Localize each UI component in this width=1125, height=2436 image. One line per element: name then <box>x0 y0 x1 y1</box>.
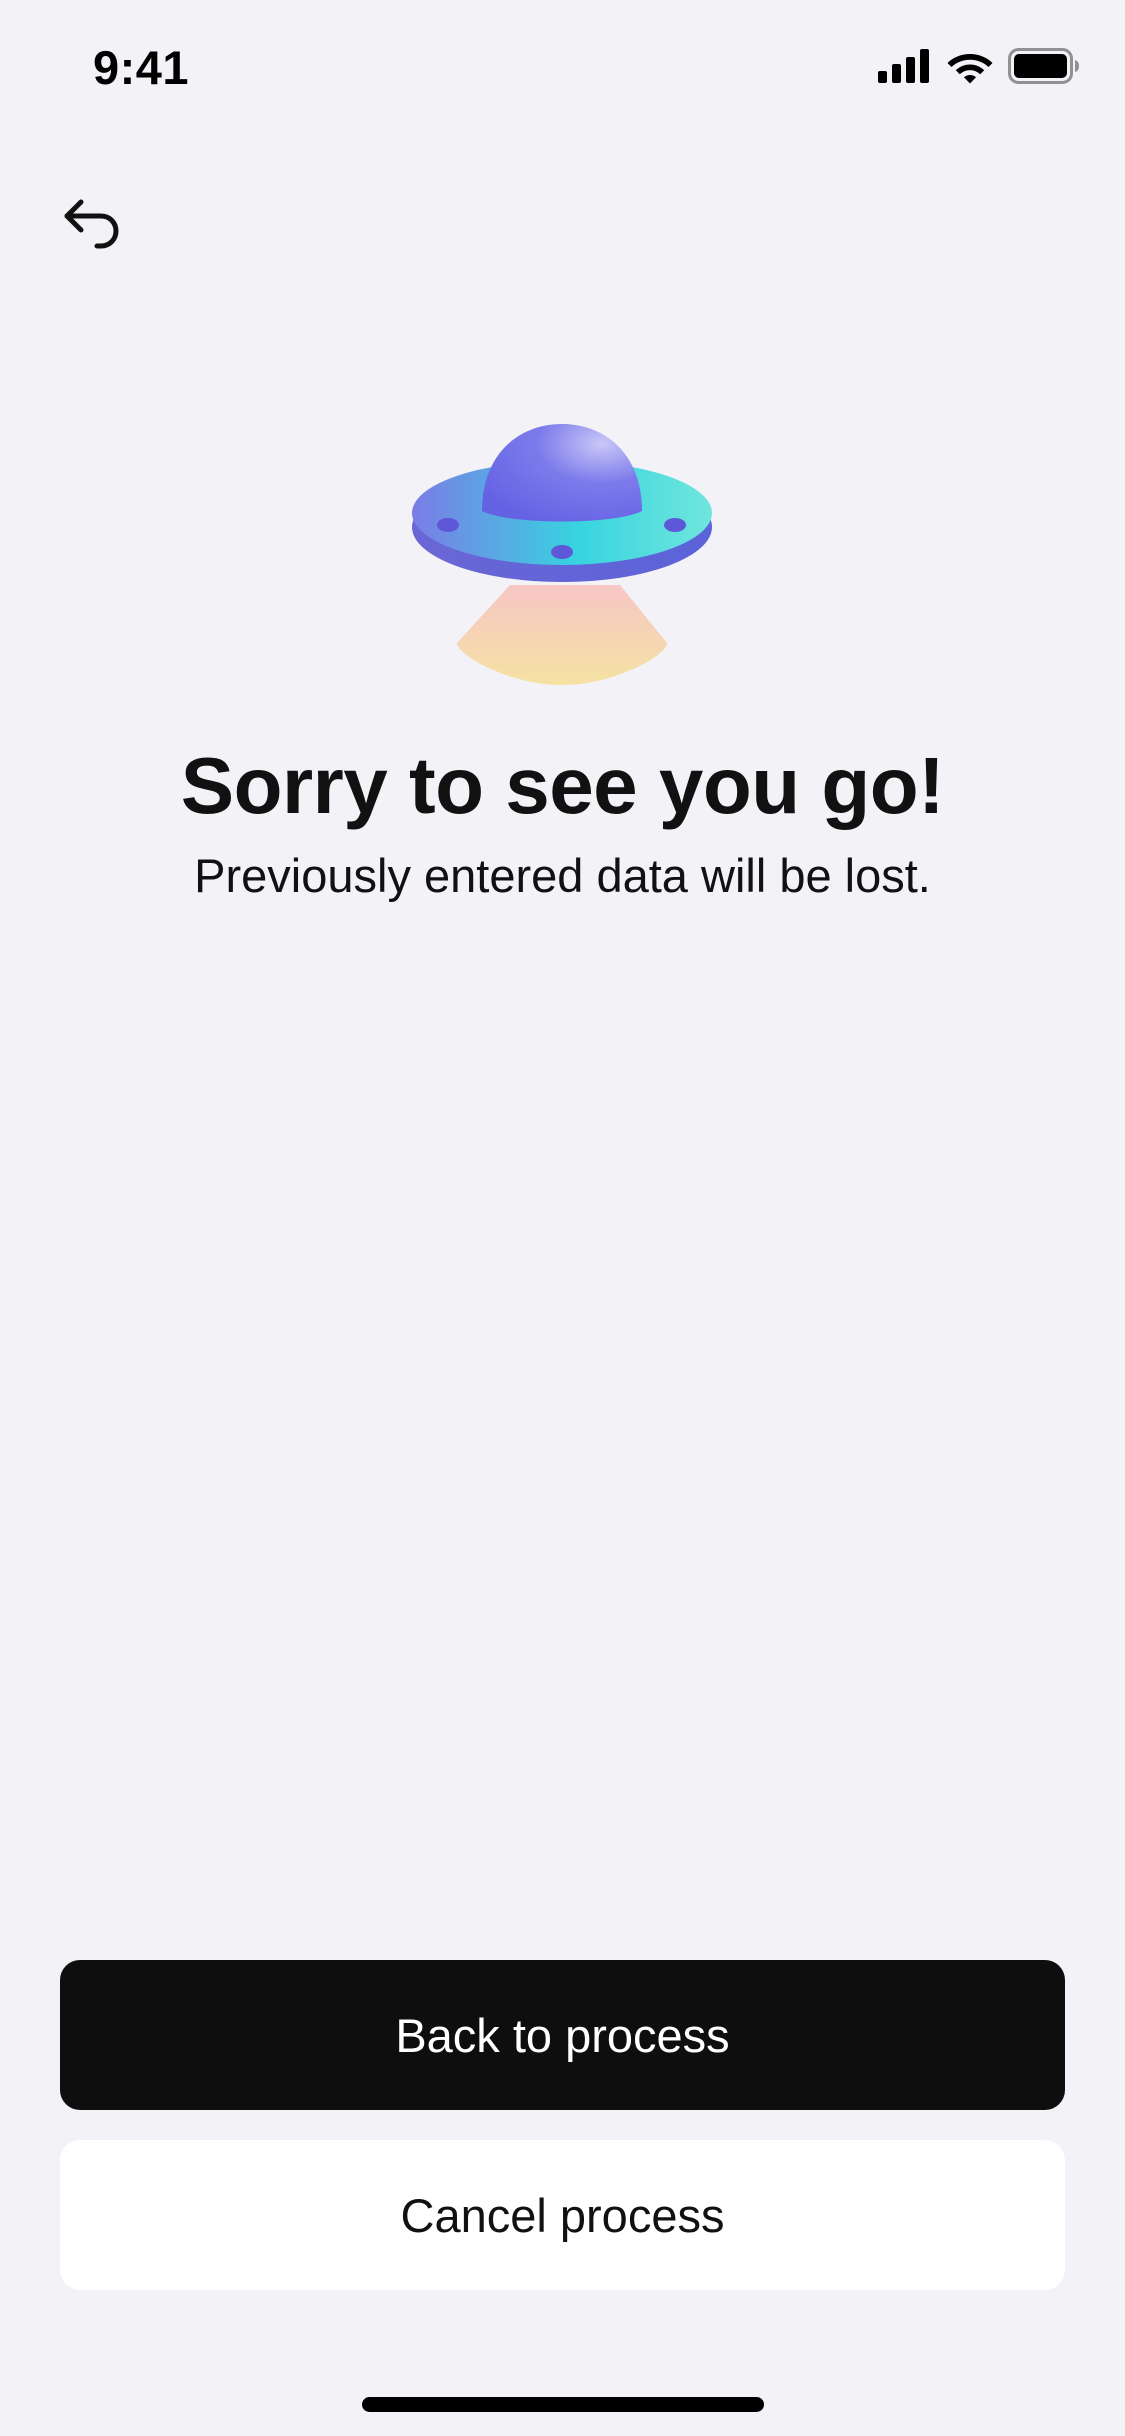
page-subtitle: Previously entered data will be lost. <box>194 849 931 902</box>
back-to-process-button[interactable]: Back to process <box>60 1960 1065 2110</box>
page-title: Sorry to see you go! <box>180 741 945 830</box>
back-button[interactable] <box>52 186 132 266</box>
ufo-illustration <box>405 415 720 695</box>
status-bar: 9:41 <box>0 0 1125 132</box>
status-time: 9:41 <box>93 41 190 94</box>
cellular-signal-icon <box>878 49 932 88</box>
wifi-icon <box>946 48 994 89</box>
back-arrow-icon <box>61 198 123 255</box>
status-icons <box>878 48 1080 89</box>
cancel-process-button[interactable]: Cancel process <box>60 2140 1065 2290</box>
home-indicator[interactable] <box>362 2397 764 2412</box>
battery-icon <box>1008 48 1080 89</box>
